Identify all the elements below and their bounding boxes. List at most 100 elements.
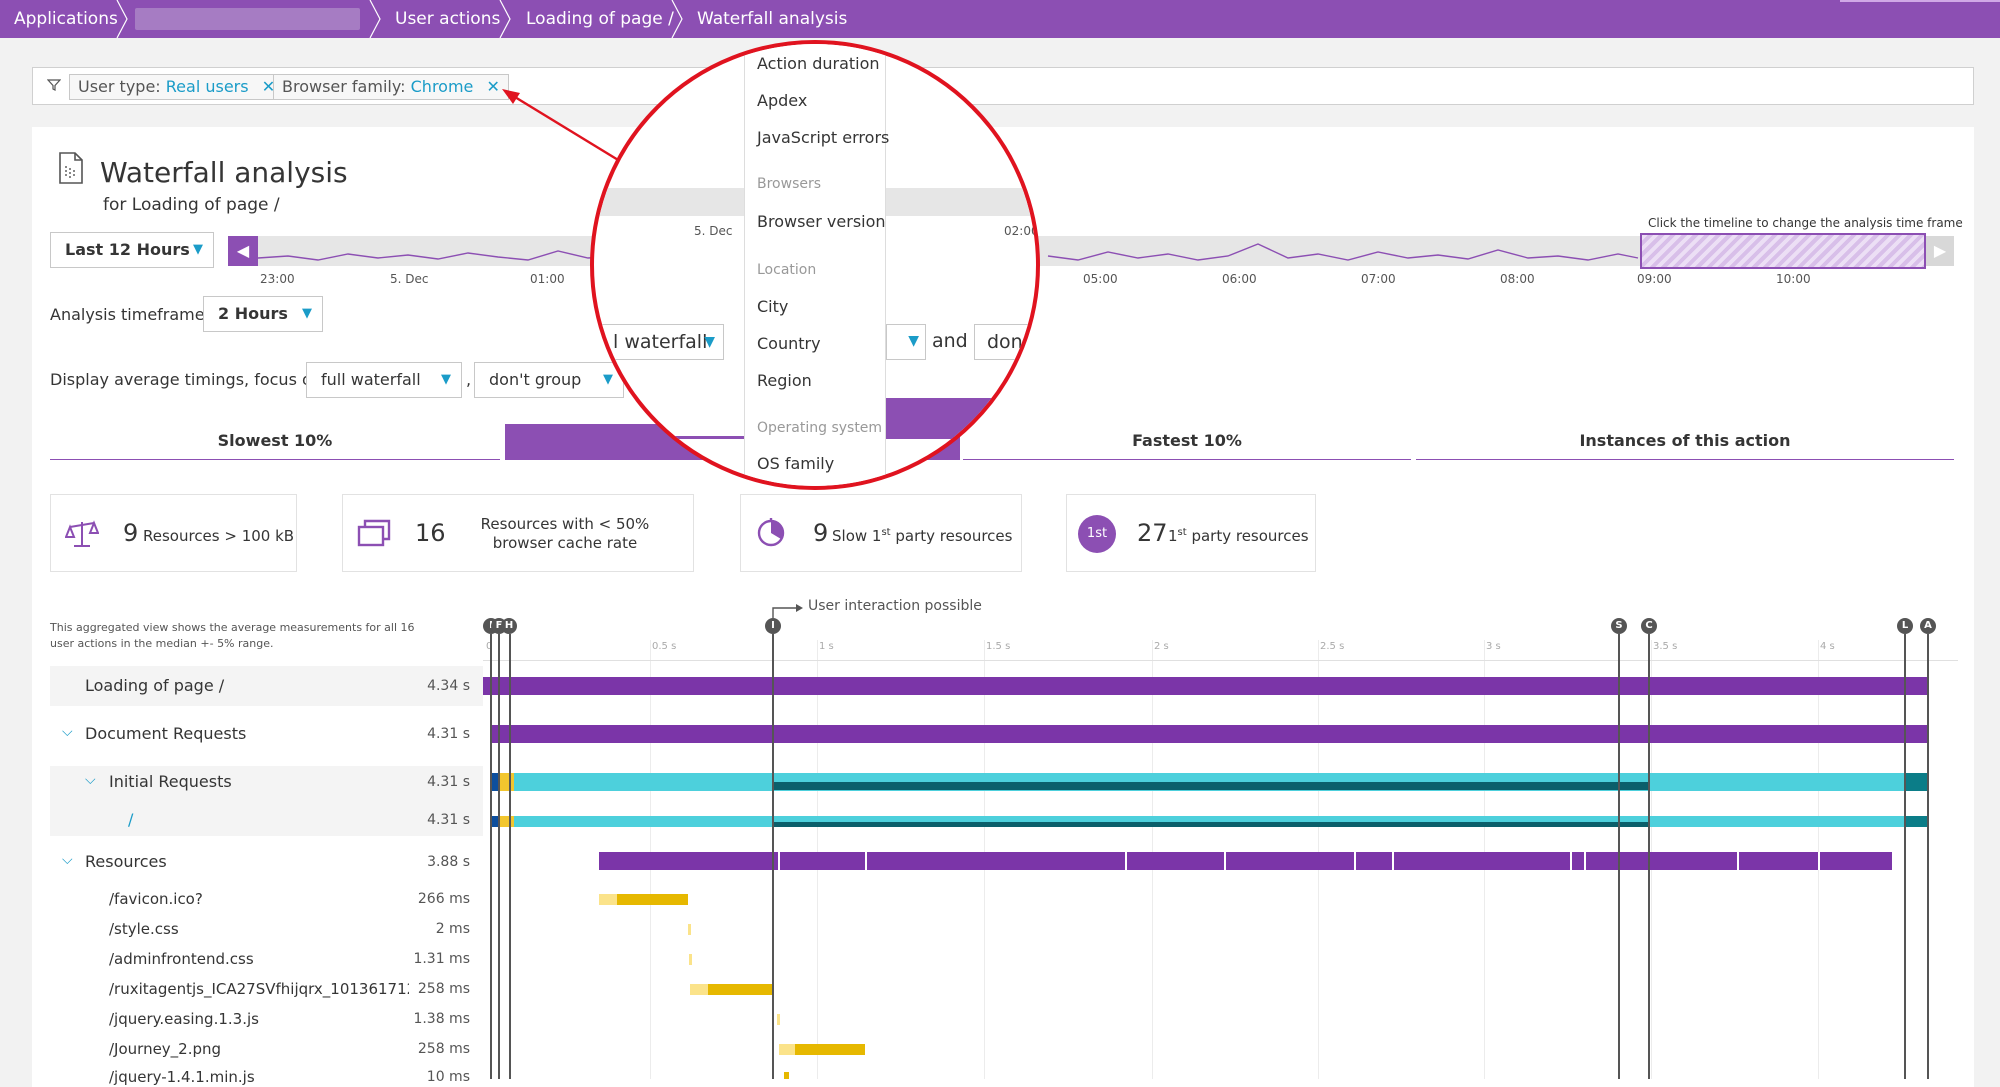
chevron-down-icon[interactable]: ⌵ xyxy=(85,772,96,788)
analysis-timeframe-label: Analysis timeframe: xyxy=(50,305,210,324)
bar-jquery-easing[interactable] xyxy=(777,1014,780,1025)
card-large-resources[interactable]: 9 Resources > 100 kB xyxy=(50,494,297,572)
waterfall-row-label[interactable]: Resources xyxy=(85,852,167,871)
bar-ruxitagent[interactable] xyxy=(708,984,773,995)
bar-adminfrontend-css[interactable] xyxy=(689,954,692,965)
bar-jquery-min[interactable] xyxy=(784,1072,789,1079)
remove-filter-icon[interactable]: ✕ xyxy=(486,77,499,96)
scale-tick: 1.5 s xyxy=(986,641,1011,652)
bar-gap xyxy=(865,852,867,870)
group-value: don't group xyxy=(489,370,582,389)
breadcrumb-separator-icon xyxy=(116,0,128,38)
breadcrumb-user-actions[interactable]: User actions xyxy=(395,0,500,38)
timeline-selection[interactable] xyxy=(1640,233,1926,269)
marker-line xyxy=(498,634,500,1079)
waterfall-row-value: 2 ms xyxy=(435,921,470,937)
marker-html-downloaded[interactable]: H xyxy=(501,618,517,634)
waterfall-row-label[interactable]: /jquery.easing.1.3.js xyxy=(109,1010,259,1028)
focus-value: full waterfall xyxy=(321,370,421,389)
bar-journey-png[interactable] xyxy=(795,1044,865,1055)
waterfall-row-value: 4.31 s xyxy=(427,726,470,742)
bar-segment-connect xyxy=(500,773,514,791)
breadcrumb-application-name-redacted[interactable] xyxy=(135,8,360,30)
waterfall-row-label[interactable]: /jquery-1.4.1.min.js xyxy=(109,1068,255,1086)
tab-instances[interactable]: Instances of this action xyxy=(1416,422,1954,460)
filter-chip-key: User type: xyxy=(78,77,161,96)
marker-load-event[interactable]: L xyxy=(1897,618,1913,634)
menu-item-country[interactable]: Country xyxy=(757,334,821,353)
chevron-down-icon[interactable]: ⌵ xyxy=(62,852,73,868)
chevron-down-icon[interactable]: ⌵ xyxy=(62,724,73,740)
top-navigation-bar: Applications User actions Loading of pag… xyxy=(0,0,2000,38)
scale-tick: 4 s xyxy=(1820,641,1835,652)
analysis-timeframe-select[interactable]: 2 Hours ▼ xyxy=(203,296,323,332)
bar-segment-end xyxy=(1906,773,1928,791)
waterfall-row-label[interactable]: /favicon.ico? xyxy=(109,890,203,908)
marker-speed-index[interactable]: S xyxy=(1611,618,1627,634)
topbar-highlight xyxy=(1840,0,2000,2)
waterfall-row-label[interactable]: /adminfrontend.css xyxy=(109,950,254,968)
page-title: Waterfall analysis xyxy=(100,156,348,189)
bar-loading-of-page[interactable] xyxy=(483,677,1928,695)
tab-slowest-10[interactable]: Slowest 10% xyxy=(50,422,500,460)
waterfall-row-label[interactable]: / xyxy=(128,810,133,829)
group-select[interactable]: don't group ▼ xyxy=(474,362,624,398)
zoom-group-select: don't c xyxy=(974,324,1036,360)
zoom-focus-value: l waterfall xyxy=(613,331,708,353)
timeline-previous-button[interactable]: ◀ xyxy=(228,236,258,266)
menu-item-browser-version[interactable]: Browser version xyxy=(757,212,886,231)
bar-gap xyxy=(1570,852,1572,870)
bar-document-requests[interactable] xyxy=(492,725,1928,743)
menu-item-city[interactable]: City xyxy=(757,297,788,316)
marker-line xyxy=(1927,634,1929,1079)
waterfall-row-label[interactable]: Loading of page / xyxy=(85,676,224,695)
waterfall-row-label[interactable]: /ruxitagentjs_ICA27SVfhijqrx_10136171201… xyxy=(109,980,409,998)
bar-favicon[interactable] xyxy=(617,894,688,905)
menu-item-apdex[interactable]: Apdex xyxy=(757,91,807,110)
menu-item-javascript-errors[interactable]: JavaScript errors xyxy=(757,128,889,147)
timeline-tick: 05:00 xyxy=(1083,272,1118,286)
waterfall-row-label[interactable]: /style.css xyxy=(109,920,179,938)
marker-line xyxy=(772,634,774,1079)
breadcrumb-loading-of-page[interactable]: Loading of page / xyxy=(526,0,674,38)
card-first-party[interactable]: 1st 27 1st party resources xyxy=(1066,494,1316,572)
waterfall-row-value: 258 ms xyxy=(417,981,470,997)
timeline-tick: 10:00 xyxy=(1776,272,1811,286)
bar-gap xyxy=(1125,852,1127,870)
marker-line xyxy=(509,634,511,1079)
waterfall-row-value: 3.88 s xyxy=(427,854,470,870)
breadcrumb-applications[interactable]: Applications xyxy=(14,0,118,38)
waterfall-row-value: 258 ms xyxy=(417,1041,470,1057)
bar-segment-processing xyxy=(773,782,1649,790)
timeline-tick: 01:00 xyxy=(530,272,565,286)
timeline-tick: 06:00 xyxy=(1222,272,1257,286)
card-slow-first-party[interactable]: 9 Slow 1st party resources xyxy=(740,494,1022,572)
marker-interactive[interactable]: I xyxy=(765,618,781,634)
waterfall-row-label[interactable]: /Journey_2.png xyxy=(109,1040,221,1058)
focus-select[interactable]: full waterfall ▼ xyxy=(306,362,462,398)
waterfall-note: This aggregated view shows the average m… xyxy=(50,621,415,650)
filter-chip-browser-family[interactable]: Browser family: Chrome ✕ xyxy=(273,74,509,100)
waterfall-row-label[interactable]: Initial Requests xyxy=(109,772,232,791)
bar-segment-connect xyxy=(500,816,514,827)
waterfall-row-value: 4.34 s xyxy=(427,678,470,694)
menu-item-region[interactable]: Region xyxy=(757,371,812,390)
waterfall-row-label[interactable]: Document Requests xyxy=(85,724,246,743)
zoom-timeline-tick: 5. Dec xyxy=(694,224,733,238)
filter-chip-user-type[interactable]: User type: Real users ✕ xyxy=(69,74,285,100)
timeline-next-button[interactable]: ▶ xyxy=(1926,236,1954,266)
marker-action-end[interactable]: A xyxy=(1920,618,1936,634)
filter-bar[interactable]: User type: Real users ✕ Browser family: … xyxy=(32,67,1974,105)
bar-style-css[interactable] xyxy=(688,924,691,935)
menu-item-os-family[interactable]: OS family xyxy=(757,454,834,473)
waterfall-row-value: 1.38 ms xyxy=(413,1011,470,1027)
card-text: 1st party resources xyxy=(1168,527,1309,545)
filter-icon[interactable] xyxy=(47,78,61,92)
card-number: 9 xyxy=(813,519,829,547)
breadcrumb-separator-icon xyxy=(369,0,381,38)
bar-resources[interactable] xyxy=(599,852,1892,870)
timeframe-select[interactable]: Last 12 Hours ▼ xyxy=(50,232,214,268)
card-cache-rate[interactable]: 16 Resources with < 50% browser cache ra… xyxy=(342,494,694,572)
marker-dom-complete[interactable]: C xyxy=(1641,618,1657,634)
menu-item-action-duration[interactable]: Action duration xyxy=(757,54,880,73)
